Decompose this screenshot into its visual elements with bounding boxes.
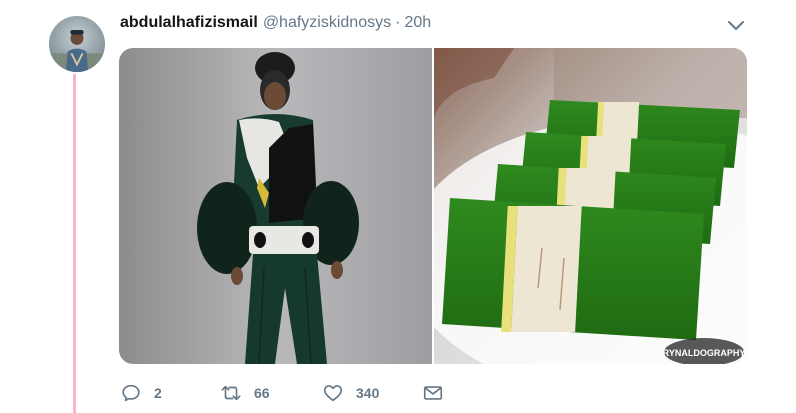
retweet-icon (220, 382, 242, 404)
like-count: 340 (356, 385, 380, 401)
photo-watermark: RYNALDOGRAPHY (663, 348, 746, 358)
display-name[interactable]: abdulalhafizismail (120, 14, 258, 32)
thread-line (73, 72, 76, 413)
retweet-count: 66 (254, 385, 270, 401)
reply-icon (120, 382, 142, 404)
reply-count: 2 (154, 385, 162, 401)
retweet-button[interactable]: 66 (220, 382, 270, 404)
tweet-header: abdulalhafizismail @hafyziskidnosys · 20… (120, 14, 431, 36)
direct-message-button[interactable] (422, 382, 444, 404)
chevron-down-icon[interactable] (726, 18, 746, 34)
timestamp[interactable]: 20h (404, 14, 431, 32)
reply-button[interactable]: 2 (120, 382, 162, 404)
envelope-icon (422, 382, 444, 404)
tweet-media: RYNALDOGRAPHY (119, 48, 747, 364)
user-handle[interactable]: @hafyziskidnosys (263, 14, 391, 32)
like-button[interactable]: 340 (322, 382, 379, 404)
kuih-lapis-photo[interactable]: RYNALDOGRAPHY (434, 48, 747, 364)
separator-dot: · (395, 14, 401, 31)
avatar[interactable] (47, 14, 107, 74)
heart-icon (322, 382, 344, 404)
fashion-photo[interactable] (119, 48, 432, 364)
